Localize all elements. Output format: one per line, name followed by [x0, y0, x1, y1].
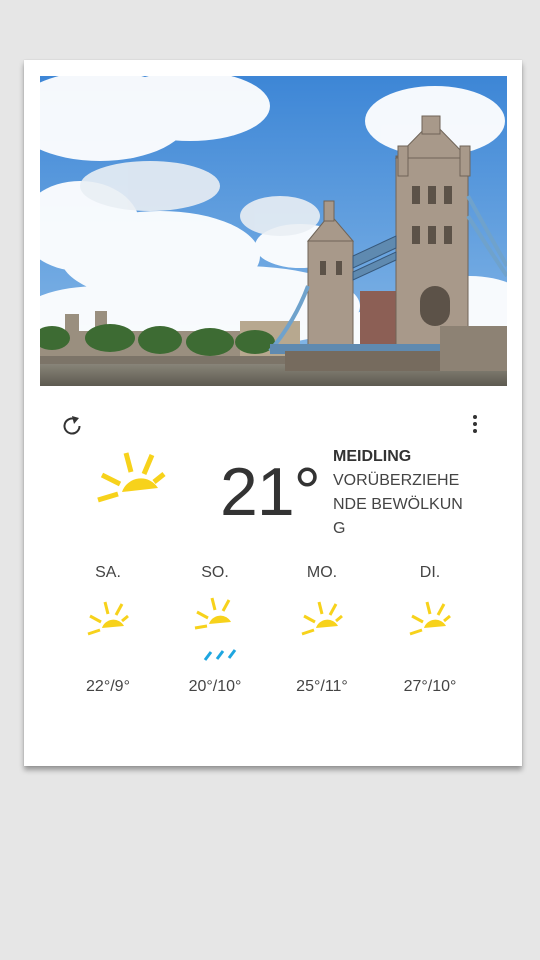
location-name: MEIDLING: [333, 448, 412, 465]
tower-bridge-image: [40, 76, 507, 386]
city-photo[interactable]: [40, 76, 507, 386]
partly-sunny-icon: [301, 601, 343, 636]
partly-sunny-icon: [97, 452, 166, 503]
forecast-weather-icon: [86, 596, 130, 662]
forecast-day-name: SO.: [201, 564, 229, 581]
partly-sunny-icon: [409, 601, 451, 636]
forecast-day-name: MO.: [306, 564, 338, 581]
overflow-menu-icon: [468, 415, 482, 433]
forecast-day[interactable]: SO. 20°/10°: [165, 560, 265, 700]
weather-widget-card: 21° MEIDLING VORÜBERZIEHENDE BEWÖLKUNG S…: [24, 60, 522, 766]
forecast-day[interactable]: MO. 25°/11°: [272, 560, 372, 700]
forecast-temperature: 27°/10°: [403, 678, 457, 695]
forecast-weather-icon: [408, 596, 452, 662]
forecast-temperature: 22°/9°: [86, 678, 130, 695]
current-weather-icon: [96, 450, 168, 508]
refresh-button[interactable]: [60, 414, 84, 438]
forecast-day-name: SA.: [95, 564, 121, 581]
forecast-day[interactable]: DI. 27°/10°: [380, 560, 480, 700]
sun-rain-icon: [194, 597, 237, 661]
overflow-menu-button[interactable]: [468, 412, 482, 438]
forecast-day[interactable]: SA. 22°/9°: [58, 560, 158, 700]
refresh-icon: [63, 416, 81, 435]
partly-sunny-icon: [87, 601, 129, 636]
forecast-weather-icon: [193, 596, 237, 662]
forecast-weather-icon: [300, 596, 344, 662]
weather-condition: VORÜBERZIEHENDE BEWÖLKUNG: [333, 472, 463, 537]
forecast-temperature: 25°/11°: [296, 678, 348, 695]
forecast-row: SA. 22°/9° SO. 20°/10° MO. 25°/11° DI. 2…: [54, 560, 494, 700]
forecast-temperature: 20°/10°: [188, 678, 242, 695]
forecast-day-name: DI.: [419, 564, 441, 581]
current-temperature: 21°: [220, 454, 321, 530]
